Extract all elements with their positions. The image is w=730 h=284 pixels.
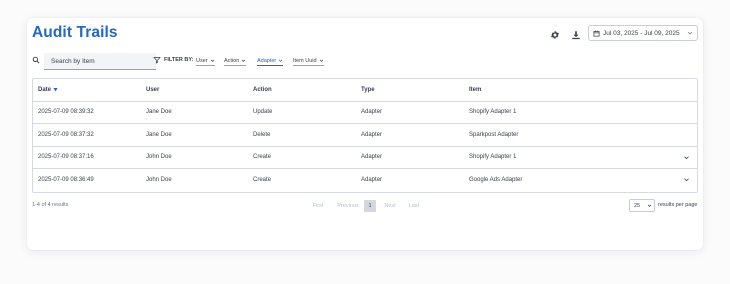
gear-icon[interactable] bbox=[549, 29, 561, 41]
expand-row-chevron-icon[interactable] bbox=[683, 176, 690, 183]
filter-by-text: FILTER BY: bbox=[164, 57, 194, 63]
cell-item: Shopify Adapter 1 bbox=[469, 109, 517, 116]
chevron-down-icon bbox=[241, 58, 246, 63]
cell-user: John Doe bbox=[146, 154, 172, 161]
cell-date: 2025-07-09 08:37:32 bbox=[38, 131, 94, 138]
filter-user-label: User bbox=[196, 57, 208, 64]
search-icon bbox=[32, 56, 40, 64]
audit-trails-card: Audit Trails Jul 03, 2025 - Jul 09, 2025… bbox=[27, 18, 703, 250]
chevron-down-icon bbox=[647, 203, 652, 208]
cell-date: 2025-07-09 08:37:16 bbox=[38, 154, 94, 161]
sort-down-icon bbox=[53, 87, 58, 92]
chevron-down-icon bbox=[210, 58, 215, 63]
chevron-down-icon bbox=[319, 58, 324, 63]
table-row[interactable]: 2025-07-09 08:37:32 Jane Doe Delete Adap… bbox=[33, 124, 697, 147]
audit-table: Date User Action Type Item 2025-07-09 08… bbox=[32, 78, 698, 193]
calendar-icon bbox=[593, 30, 600, 37]
cell-action: Update bbox=[253, 109, 273, 116]
filter-user[interactable]: User bbox=[196, 56, 215, 66]
results-per-page-select[interactable]: 25 bbox=[629, 199, 655, 212]
cell-type: Adapter bbox=[361, 109, 383, 116]
cell-item: Sparkpost Adapter bbox=[469, 131, 519, 138]
filter-adapter[interactable]: Adapter bbox=[257, 56, 284, 66]
date-range-text: Jul 03, 2025 - Jul 09, 2025 bbox=[603, 29, 680, 37]
date-range-picker[interactable]: Jul 03, 2025 - Jul 09, 2025 bbox=[588, 25, 698, 41]
cell-user: Jane Doe bbox=[146, 109, 172, 116]
cell-type: Adapter bbox=[361, 177, 383, 184]
column-header-item[interactable]: Item bbox=[469, 79, 481, 101]
filter-adapter-label: Adapter bbox=[257, 57, 277, 64]
table-header-row: Date User Action Type Item bbox=[33, 79, 697, 102]
column-header-action[interactable]: Action bbox=[253, 79, 272, 101]
filter-item-uuid[interactable]: Item Uuid bbox=[293, 56, 324, 66]
cell-item: Shopify Adapter 1 bbox=[469, 154, 517, 161]
results-per-page-label: results per page bbox=[658, 202, 698, 208]
filter-by-label: FILTER BY: bbox=[153, 56, 193, 64]
cell-type: Adapter bbox=[361, 154, 383, 161]
cell-date: 2025-07-09 08:36:49 bbox=[38, 177, 94, 184]
filter-item-uuid-label: Item Uuid bbox=[293, 57, 317, 64]
cell-action: Delete bbox=[253, 131, 271, 138]
results-per-page-value: 25 bbox=[634, 202, 641, 209]
table-row[interactable]: 2025-07-09 08:39:32 Jane Doe Update Adap… bbox=[33, 102, 697, 124]
cell-type: Adapter bbox=[361, 131, 383, 138]
cell-user: John Doe bbox=[146, 177, 172, 184]
download-icon[interactable] bbox=[570, 29, 582, 41]
pagination-current-page[interactable]: 1 bbox=[364, 200, 376, 212]
filter-icon bbox=[153, 56, 161, 64]
column-header-type[interactable]: Type bbox=[361, 79, 375, 101]
table-row[interactable]: 2025-07-09 08:37:16 John Doe Create Adap… bbox=[33, 147, 697, 169]
page-title: Audit Trails bbox=[32, 24, 118, 41]
pagination-previous[interactable]: Previous bbox=[332, 200, 364, 212]
pagination-first[interactable]: First bbox=[307, 200, 329, 212]
filter-action-label: Action bbox=[224, 57, 240, 64]
column-header-date-label: Date bbox=[38, 86, 52, 93]
column-header-user[interactable]: User bbox=[146, 79, 159, 101]
cell-action: Create bbox=[253, 154, 272, 161]
filter-action[interactable]: Action bbox=[224, 56, 247, 66]
search-input[interactable] bbox=[44, 53, 156, 70]
expand-row-chevron-icon[interactable] bbox=[683, 154, 690, 161]
pagination-last[interactable]: Last bbox=[404, 200, 424, 212]
column-header-date[interactable]: Date bbox=[38, 79, 58, 101]
cell-date: 2025-07-09 08:39:32 bbox=[38, 109, 94, 116]
cell-user: Jane Doe bbox=[146, 131, 172, 138]
results-count: 1-4 of 4 results bbox=[32, 202, 69, 208]
chevron-down-icon bbox=[278, 58, 283, 63]
cell-item: Google Ads Adapter bbox=[469, 177, 523, 184]
chevron-down-icon bbox=[687, 30, 693, 36]
pagination-next[interactable]: Next bbox=[379, 200, 401, 212]
cell-action: Create bbox=[253, 177, 272, 184]
table-row[interactable]: 2025-07-09 08:36:49 John Doe Create Adap… bbox=[33, 169, 697, 192]
